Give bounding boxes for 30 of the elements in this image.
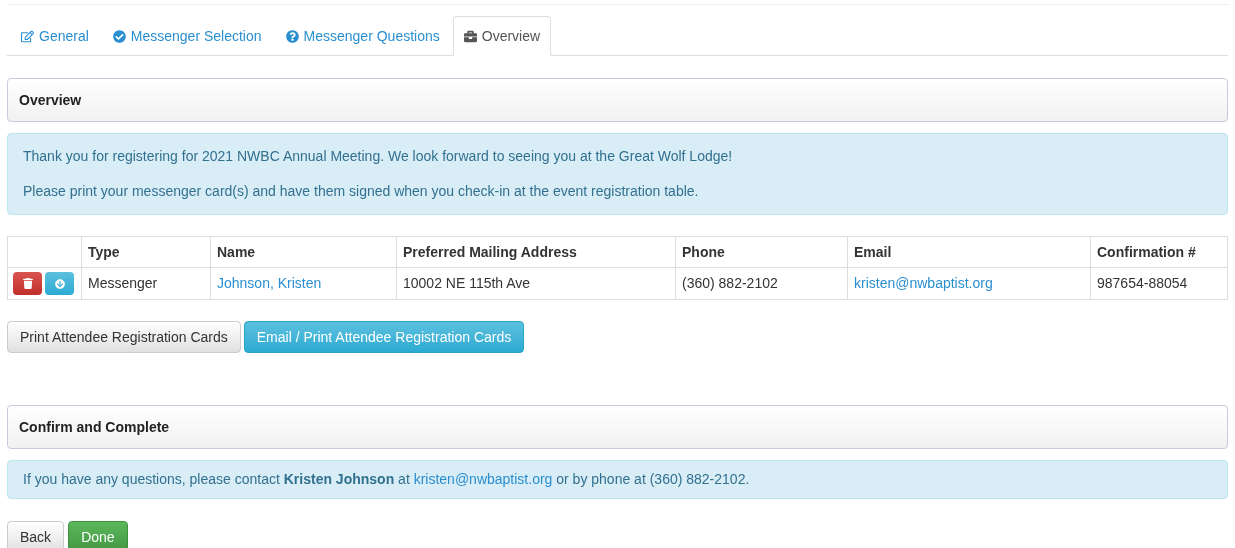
contact-note: If you have any questions, please contact Kristen Johnson at kristen@nwbaptist.org or by phone at (360) 882-2102. xyxy=(23,470,750,489)
column-header: Phone xyxy=(675,236,848,268)
tab[interactable]: Messenger Selection xyxy=(101,16,273,56)
info-message: Please print your messenger card(s) and have them signed when you check-in at the event registration table. xyxy=(23,182,700,201)
email-link[interactable]: kristen@nwbaptist.org xyxy=(413,471,553,487)
info-message: Thank you for registering for 2021 NWBC Annual Meeting. We look forward to seeing you at the Great Wolf Lodge! xyxy=(23,147,734,166)
print-button[interactable]: Print Attendee Registration Cards xyxy=(7,321,241,353)
print-button[interactable]: Email / Print Attendee Registration Cards xyxy=(243,321,525,353)
tab[interactable]: Overview xyxy=(452,16,552,56)
column-header: Type xyxy=(81,236,211,268)
trash-icon xyxy=(22,278,33,289)
column-header: Name xyxy=(210,236,397,268)
tab[interactable]: Messenger Questions xyxy=(274,16,451,56)
column-header: Confirmation # xyxy=(1090,236,1228,268)
table-cell: 987654-88054 xyxy=(1090,267,1228,300)
download-button[interactable] xyxy=(45,272,74,295)
briefcase-icon xyxy=(463,29,477,43)
table-cell: 10002 NE 115th Ave xyxy=(396,267,676,300)
download-icon xyxy=(54,278,65,289)
tab[interactable]: General xyxy=(10,16,100,56)
column-header: Preferred Mailing Address xyxy=(396,236,676,268)
nav-button[interactable]: Back xyxy=(7,521,65,548)
column-header: Email xyxy=(847,236,1091,268)
nav-button[interactable]: Done xyxy=(68,521,128,548)
panel-title: Confirm and Complete xyxy=(19,417,170,437)
table-cell: (360) 882-2102 xyxy=(675,267,848,300)
table-cell: Messenger xyxy=(81,267,211,300)
edit-icon xyxy=(21,29,34,43)
panel-title: Overview xyxy=(19,90,82,110)
delete-button[interactable] xyxy=(13,272,42,295)
